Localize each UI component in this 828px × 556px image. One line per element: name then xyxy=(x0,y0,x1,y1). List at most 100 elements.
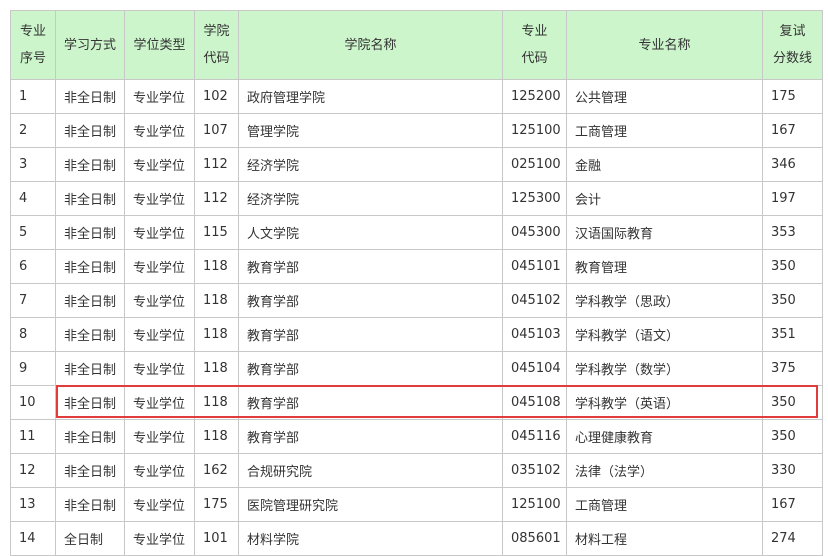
cell-mode: 非全日制 xyxy=(55,385,125,420)
cell-college-code: 118 xyxy=(194,419,239,454)
cell-seq: 9 xyxy=(10,351,56,386)
cell-major-name: 学科教学（数学） xyxy=(566,351,763,386)
cell-degree: 专业学位 xyxy=(124,521,195,556)
cell-seq: 14 xyxy=(10,521,56,556)
cell-score: 346 xyxy=(762,147,823,182)
cell-college-name: 教育学部 xyxy=(238,351,503,386)
cell-mode: 非全日制 xyxy=(55,181,125,216)
table-row: 2 非全日制 专业学位 107 管理学院 125100 工商管理 167 xyxy=(10,113,823,148)
cell-mode: 非全日制 xyxy=(55,453,125,488)
cell-degree: 专业学位 xyxy=(124,249,195,284)
cell-college-code: 118 xyxy=(194,351,239,386)
table-header-row: 专业 序号 学习方式 学位类型 学院 代码 学院名称 专业 代码 专业名称 复试… xyxy=(10,10,823,80)
cell-major-name: 学科教学（英语） xyxy=(566,385,763,420)
cell-college-code: 118 xyxy=(194,317,239,352)
cell-major-code: 045300 xyxy=(502,215,567,250)
cell-score: 350 xyxy=(762,249,823,284)
cell-college-name: 经济学院 xyxy=(238,181,503,216)
cell-mode: 非全日制 xyxy=(55,113,125,148)
cell-seq: 13 xyxy=(10,487,56,522)
cell-degree: 专业学位 xyxy=(124,453,195,488)
cell-college-code: 118 xyxy=(194,283,239,318)
cell-major-code: 085601 xyxy=(502,521,567,556)
cell-score: 350 xyxy=(762,283,823,318)
cell-major-name: 教育管理 xyxy=(566,249,763,284)
cell-mode: 非全日制 xyxy=(55,351,125,386)
table-row: 6 非全日制 专业学位 118 教育学部 045101 教育管理 350 xyxy=(10,249,823,284)
header-degree: 学位类型 xyxy=(124,10,195,80)
cell-mode: 非全日制 xyxy=(55,147,125,182)
cell-major-name: 公共管理 xyxy=(566,79,763,114)
cell-mode: 全日制 xyxy=(55,521,125,556)
cell-major-name: 工商管理 xyxy=(566,487,763,522)
cell-major-name: 汉语国际教育 xyxy=(566,215,763,250)
cell-college-name: 教育学部 xyxy=(238,385,503,420)
header-college-name: 学院名称 xyxy=(238,10,503,80)
table-row: 7 非全日制 专业学位 118 教育学部 045102 学科教学（思政） 350 xyxy=(10,283,823,318)
cell-college-code: 107 xyxy=(194,113,239,148)
cell-degree: 专业学位 xyxy=(124,79,195,114)
cell-college-code: 162 xyxy=(194,453,239,488)
cell-seq: 2 xyxy=(10,113,56,148)
cell-degree: 专业学位 xyxy=(124,385,195,420)
cell-score: 375 xyxy=(762,351,823,386)
cell-seq: 4 xyxy=(10,181,56,216)
cell-college-code: 115 xyxy=(194,215,239,250)
table-row: 8 非全日制 专业学位 118 教育学部 045103 学科教学（语文） 351 xyxy=(10,317,823,352)
cell-major-code: 045103 xyxy=(502,317,567,352)
cell-college-name: 医院管理研究院 xyxy=(238,487,503,522)
cell-seq: 11 xyxy=(10,419,56,454)
cell-degree: 专业学位 xyxy=(124,215,195,250)
cell-mode: 非全日制 xyxy=(55,487,125,522)
header-major-code: 专业 代码 xyxy=(502,10,567,80)
cell-degree: 专业学位 xyxy=(124,487,195,522)
cell-college-code: 102 xyxy=(194,79,239,114)
table-row: 9 非全日制 专业学位 118 教育学部 045104 学科教学（数学） 375 xyxy=(10,351,823,386)
cell-mode: 非全日制 xyxy=(55,317,125,352)
cell-mode: 非全日制 xyxy=(55,215,125,250)
cell-major-code: 045102 xyxy=(502,283,567,318)
table-row: 4 非全日制 专业学位 112 经济学院 125300 会计 197 xyxy=(10,181,823,216)
header-major-name: 专业名称 xyxy=(566,10,763,80)
table-body: 1 非全日制 专业学位 102 政府管理学院 125200 公共管理 175 2 非全日制 专业学位… xyxy=(10,79,823,556)
header-mode: 学习方式 xyxy=(55,10,125,80)
table-row: 13 非全日制 专业学位 175 医院管理研究院 125100 工商管理 167 xyxy=(10,487,823,522)
cell-major-name: 学科教学（语文） xyxy=(566,317,763,352)
header-score: 复试 分数线 xyxy=(762,10,823,80)
header-college-code: 学院 代码 xyxy=(194,10,239,80)
table-row: 11 非全日制 专业学位 118 教育学部 045116 心理健康教育 350 xyxy=(10,419,823,454)
table-row: 5 非全日制 专业学位 115 人文学院 045300 汉语国际教育 353 xyxy=(10,215,823,250)
cell-college-name: 教育学部 xyxy=(238,249,503,284)
cell-seq: 12 xyxy=(10,453,56,488)
cell-degree: 专业学位 xyxy=(124,181,195,216)
table-row: 14 全日制 专业学位 101 材料学院 085601 材料工程 274 xyxy=(10,521,823,556)
cell-seq: 3 xyxy=(10,147,56,182)
cell-major-name: 会计 xyxy=(566,181,763,216)
cell-college-code: 175 xyxy=(194,487,239,522)
cell-seq: 8 xyxy=(10,317,56,352)
cell-score: 167 xyxy=(762,113,823,148)
cell-major-name: 工商管理 xyxy=(566,113,763,148)
table-row: 12 非全日制 专业学位 162 合规研究院 035102 法律（法学） 330 xyxy=(10,453,823,488)
cell-major-code: 125100 xyxy=(502,113,567,148)
cell-score: 330 xyxy=(762,453,823,488)
cell-seq: 1 xyxy=(10,79,56,114)
cell-score: 350 xyxy=(762,385,823,420)
cell-major-code: 125200 xyxy=(502,79,567,114)
cell-college-name: 经济学院 xyxy=(238,147,503,182)
cell-seq: 5 xyxy=(10,215,56,250)
cell-score: 353 xyxy=(762,215,823,250)
cell-degree: 专业学位 xyxy=(124,113,195,148)
cell-college-name: 教育学部 xyxy=(238,283,503,318)
cell-seq: 10 xyxy=(10,385,56,420)
header-seq: 专业 序号 xyxy=(10,10,56,80)
cell-major-name: 心理健康教育 xyxy=(566,419,763,454)
cell-major-code: 025100 xyxy=(502,147,567,182)
cell-college-name: 教育学部 xyxy=(238,317,503,352)
cell-score: 350 xyxy=(762,419,823,454)
cell-major-name: 法律（法学） xyxy=(566,453,763,488)
cell-score: 167 xyxy=(762,487,823,522)
cell-college-name: 合规研究院 xyxy=(238,453,503,488)
cell-score: 351 xyxy=(762,317,823,352)
cell-degree: 专业学位 xyxy=(124,147,195,182)
